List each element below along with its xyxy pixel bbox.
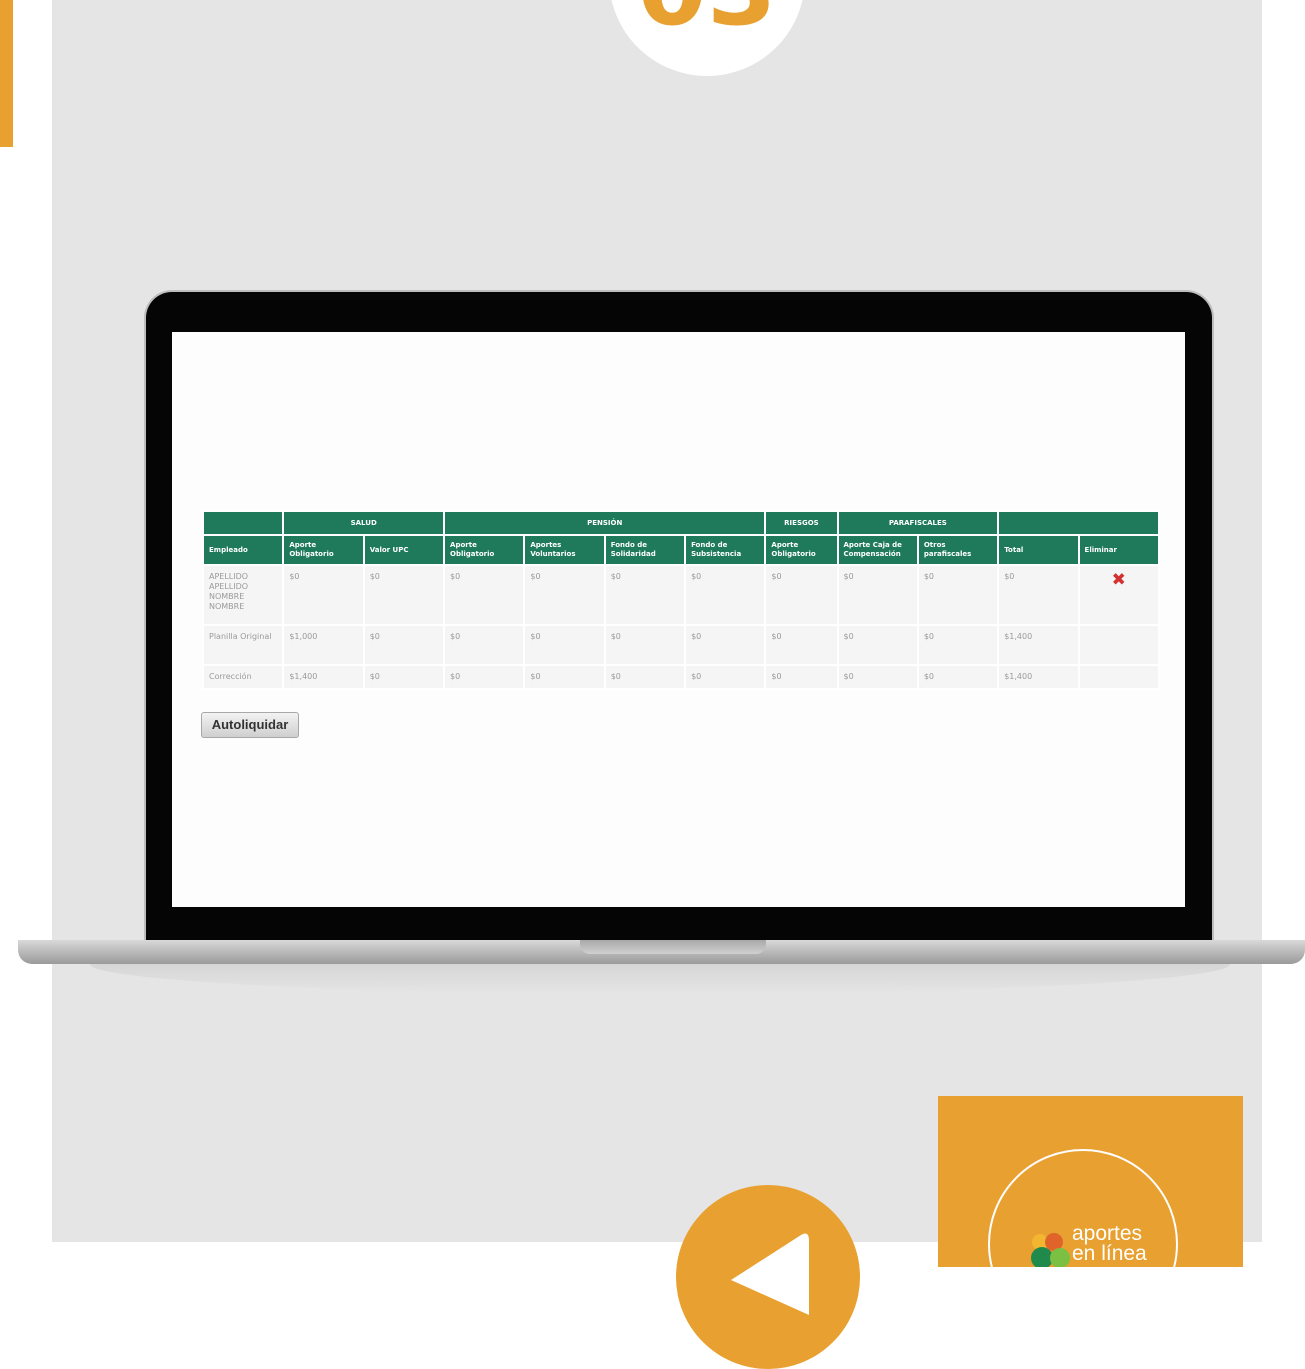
table-cell: $0 (525, 566, 604, 624)
autoliquidar-button[interactable]: Autoliquidar (201, 712, 299, 738)
table-cell: Corrección (204, 666, 283, 688)
logo-line-2: en línea (1072, 1242, 1147, 1265)
table-cell: $0 (525, 666, 604, 688)
table-cell: $1,400 (999, 666, 1078, 688)
step-badge: 03 (609, 0, 805, 76)
table-cell: $0 (686, 626, 765, 664)
logo-text: aportes en línea (1072, 1222, 1147, 1265)
table-cell: $1,400 (999, 626, 1078, 664)
table-cell: $0 (838, 566, 917, 624)
table-cell: $0 (686, 666, 765, 688)
group-header-salud: SALUD (284, 512, 444, 534)
table-cell: $0 (605, 626, 685, 664)
column-header: Eliminar (1079, 536, 1158, 564)
table-cell: $0 (918, 566, 998, 624)
logo-mark-icon (1031, 1233, 1070, 1267)
column-header: Aporte Caja de Compensación (838, 536, 917, 564)
table-cell: Planilla Original (204, 626, 283, 664)
group-header-riesgos: RIESGOS (766, 512, 837, 534)
column-header: Otros parafiscales (918, 536, 998, 564)
table-cell: $0 (766, 626, 837, 664)
table-cell: $0 (766, 566, 837, 624)
table-cell: $1,000 (284, 626, 363, 664)
table-cell: APELLIDO APELLIDO NOMBRE NOMBRE (204, 566, 283, 624)
delete-cell: ✖ (1079, 566, 1158, 624)
arrow-icon (731, 1233, 809, 1315)
table-row: APELLIDO APELLIDO NOMBRE NOMBRE $0 $0 $0… (204, 566, 1158, 624)
table-cell: $0 (364, 566, 444, 624)
table-cell: $0 (918, 626, 998, 664)
table-cell: $0 (605, 666, 685, 688)
column-header: Valor UPC (364, 536, 444, 564)
group-header-pension: PENSIÓN (445, 512, 765, 534)
payroll-table: SALUD PENSIÓN RIESGOS PARAFISCALES Emple… (202, 510, 1160, 690)
table-cell: $0 (766, 666, 837, 688)
table-cell: $0 (364, 666, 444, 688)
laptop-notch (580, 940, 766, 954)
table-row: Corrección $1,400 $0 $0 $0 $0 $0 $0 $0 $… (204, 666, 1158, 688)
table-cell: $1,400 (284, 666, 363, 688)
table-cell: $0 (284, 566, 363, 624)
table-cell: $0 (525, 626, 604, 664)
column-header: Aporte Obligatorio (284, 536, 363, 564)
table-cell: $0 (445, 566, 524, 624)
column-header: Empleado (204, 536, 283, 564)
column-header: Aportes Voluntarios (525, 536, 604, 564)
table-cell: $0 (686, 566, 765, 624)
table-cell: $0 (838, 626, 917, 664)
brand-logo-box: aportes en línea (938, 1096, 1243, 1267)
table-row: Planilla Original $1,000 $0 $0 $0 $0 $0 … (204, 626, 1158, 664)
table-cell: $0 (605, 566, 685, 624)
column-header: Total (999, 536, 1078, 564)
group-header (204, 512, 283, 534)
table-group-header: SALUD PENSIÓN RIESGOS PARAFISCALES (204, 512, 1158, 534)
table-cell (1079, 666, 1158, 688)
column-header: Aporte Obligatorio (445, 536, 524, 564)
table-cell: $0 (445, 626, 524, 664)
column-header: Aporte Obligatorio (766, 536, 837, 564)
table-column-header: Empleado Aporte Obligatorio Valor UPC Ap… (204, 536, 1158, 564)
table-cell (1079, 626, 1158, 664)
laptop-screen: SALUD PENSIÓN RIESGOS PARAFISCALES Emple… (172, 332, 1185, 907)
logo-line-1: aportes (1072, 1222, 1143, 1245)
table-cell: $0 (364, 626, 444, 664)
column-header: Fondo de Subsistencia (686, 536, 765, 564)
table-cell: $0 (999, 566, 1078, 624)
group-header (999, 512, 1158, 534)
table-cell: $0 (838, 666, 917, 688)
group-header-parafiscales: PARAFISCALES (838, 512, 998, 534)
table-cell: $0 (445, 666, 524, 688)
column-header: Fondo de Solidaridad (605, 536, 685, 564)
step-number: 03 (609, 0, 805, 40)
left-accent-bar (0, 0, 13, 147)
close-icon[interactable]: ✖ (1085, 572, 1153, 589)
table-cell: $0 (918, 666, 998, 688)
next-arrow-button[interactable] (676, 1185, 860, 1369)
